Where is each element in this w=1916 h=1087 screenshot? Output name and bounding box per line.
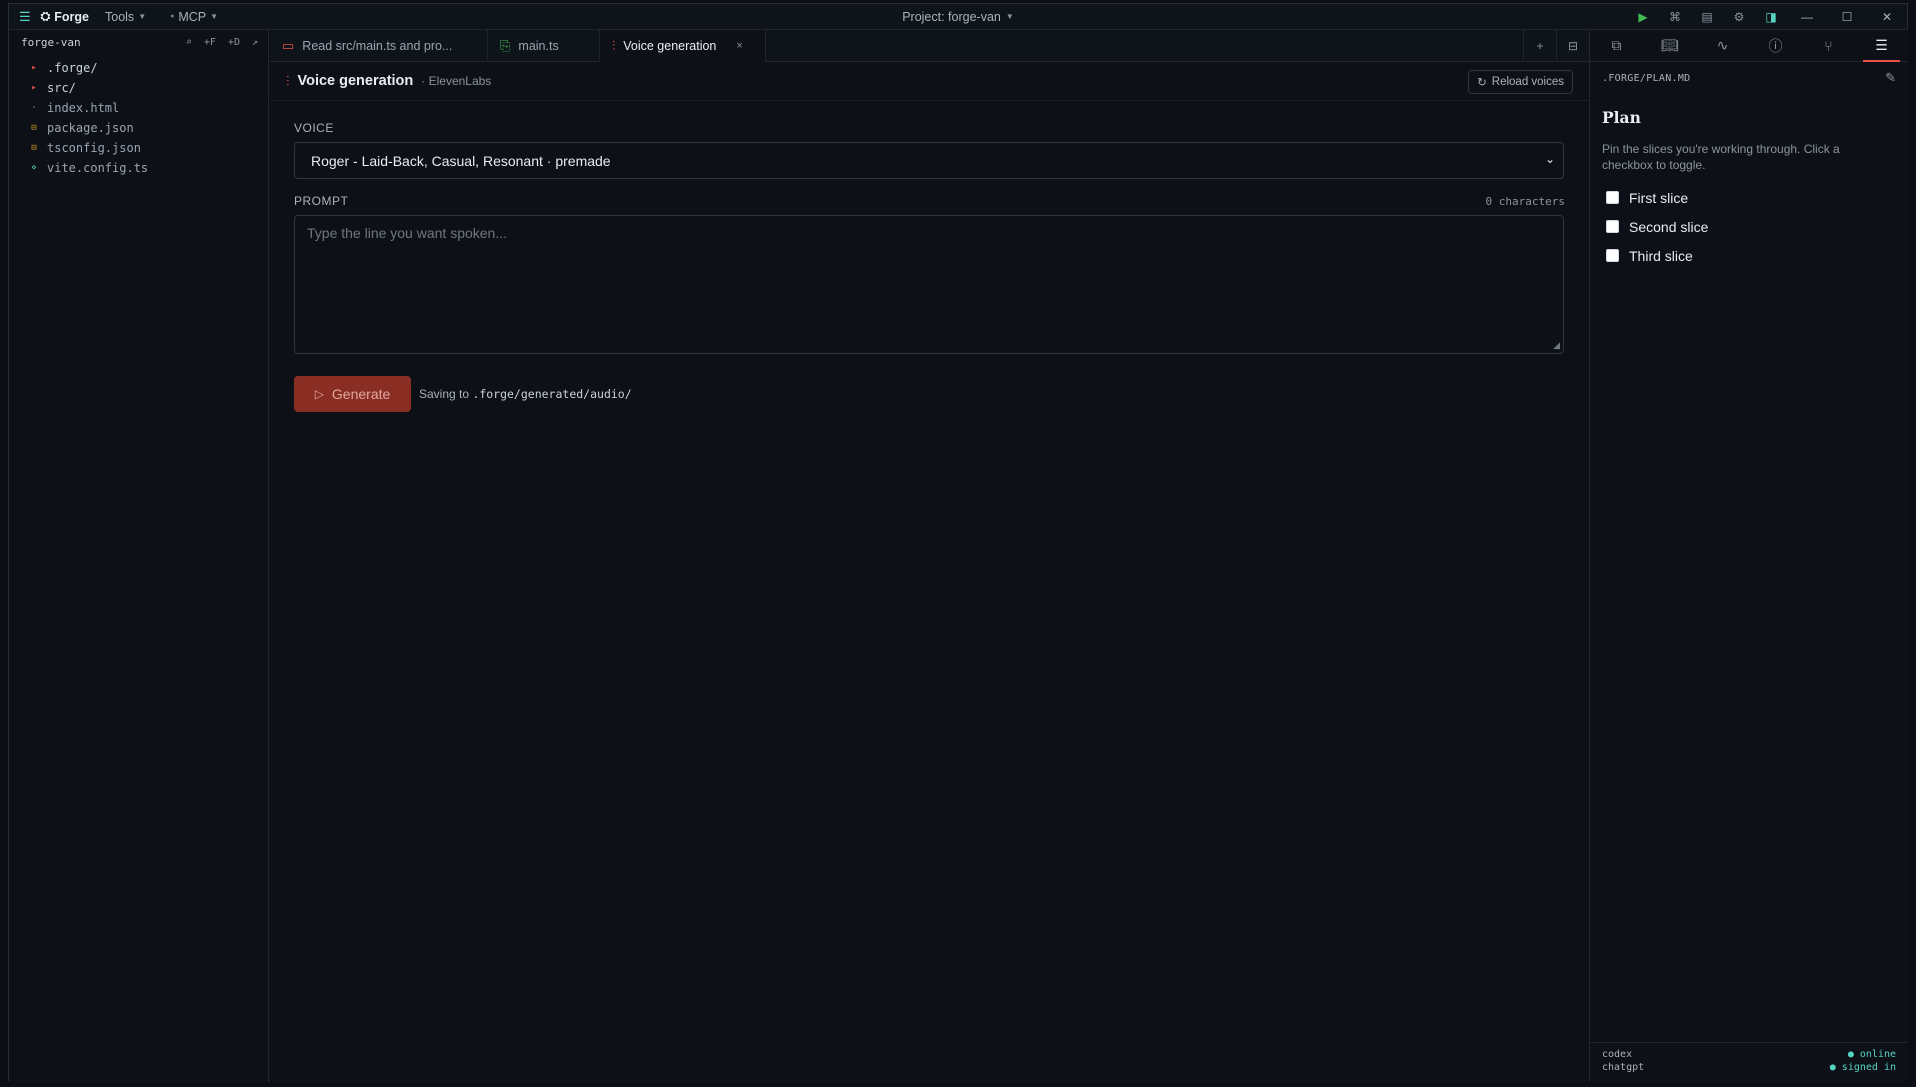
voice-select[interactable]: Roger - Laid-Back, Casual, Resonant · pr…: [294, 142, 1564, 179]
save-location: Saving to .forge/generated/audio/: [419, 387, 632, 401]
chat-icon[interactable]: ⧉: [1590, 30, 1643, 61]
tree-item-src[interactable]: ▸ src/: [9, 78, 268, 98]
panel-header: ⫶ Voice generation · ElevenLabs ↻ Reload…: [270, 62, 1589, 101]
character-count: 0 characters: [1485, 194, 1565, 208]
file-explorer: forge-van ⌕ +F +D ↗ ▸ .forge/ ▸ src/ · i…: [9, 30, 269, 1082]
voice-select-value: Roger - Laid-Back, Casual, Resonant · pr…: [311, 152, 611, 169]
file-tree: ▸ .forge/ ▸ src/ · index.html ⊟ package.…: [9, 54, 268, 178]
workspace-title: forge-van: [21, 35, 81, 49]
prompt-input[interactable]: Type the line you want spoken... ◢: [294, 215, 1564, 354]
prompt-placeholder: Type the line you want spoken...: [307, 225, 508, 241]
hamburger-icon[interactable]: ☰: [19, 9, 31, 25]
tab-chat[interactable]: ▭ Read src/main.ts and pro...: [270, 30, 488, 62]
panel-title: Voice generation: [297, 73, 414, 89]
tab-main-ts[interactable]: ⎘ main.ts: [488, 30, 600, 62]
agent-status-badge: ● online: [1847, 1049, 1896, 1060]
close-icon[interactable]: ✕: [1867, 4, 1907, 30]
plan-description: Pin the slices you're working through. C…: [1602, 142, 1840, 172]
mcp-menu[interactable]: ● MCP ▼: [170, 10, 218, 24]
edit-icon[interactable]: ✎: [1885, 70, 1896, 86]
tree-item-vite-config[interactable]: ⋄ vite.config.ts: [9, 158, 268, 178]
play-outline-icon: ▷: [314, 387, 324, 401]
plan-file-path: .FORGE/PLAN.MD: [1602, 72, 1691, 84]
forge-logo-icon: ⛭: [40, 9, 51, 23]
chat-icon: ▭: [282, 38, 295, 53]
new-tab-button[interactable]: +: [1523, 30, 1556, 62]
chevron-down-icon: ⌄: [1544, 152, 1555, 166]
tree-item-index-html[interactable]: · index.html: [9, 98, 268, 118]
plan-content: Plan Pin the slices you're working throu…: [1590, 94, 1908, 284]
slice-checkbox-row[interactable]: First slice: [1602, 183, 1896, 212]
editor-area: ▭ Read src/main.ts and pro... ⎘ main.ts …: [270, 30, 1589, 1082]
book-icon[interactable]: 📖︎: [1643, 30, 1696, 61]
file-icon: ·: [31, 103, 37, 113]
layout-icon[interactable]: ▤: [1691, 4, 1723, 30]
panel-icon[interactable]: ◨: [1755, 4, 1787, 30]
checkbox[interactable]: [1606, 249, 1619, 262]
file-code-icon: ⎘: [500, 38, 511, 53]
slice-checkbox-row[interactable]: Second slice: [1602, 212, 1896, 241]
status-dot-icon: ●: [170, 13, 175, 20]
play-icon[interactable]: ▶: [1627, 4, 1659, 30]
checklist-icon[interactable]: ☰: [1855, 30, 1908, 62]
close-tab-icon[interactable]: ×: [736, 40, 742, 52]
tab-voice-generation[interactable]: ⫶ Voice generation ×: [600, 30, 766, 62]
folder-icon: ▸: [31, 63, 37, 73]
agent-status-badge: ● signed in: [1829, 1062, 1896, 1073]
app-window: ☰ ⛭ Forge Tools ▼ ● MCP ▼ Project: forge…: [8, 3, 1908, 1082]
tree-item-forge[interactable]: ▸ .forge/: [9, 58, 268, 78]
checkbox[interactable]: [1606, 220, 1619, 233]
gear-icon[interactable]: ⚙: [1723, 4, 1755, 30]
project-selector[interactable]: Project: forge-van ▼: [902, 10, 1014, 24]
ts-file-icon: ⋄: [31, 163, 37, 173]
provider-label: · ElevenLabs: [421, 74, 492, 88]
command-icon[interactable]: ⌘: [1659, 4, 1691, 30]
voice-label: VOICE: [294, 121, 334, 135]
slice-checkbox-row[interactable]: Third slice: [1602, 241, 1896, 270]
voice-form: VOICE Roger - Laid-Back, Casual, Resonan…: [270, 101, 1589, 412]
waveform-icon: ⫶: [286, 72, 290, 89]
generate-button[interactable]: ▷ Generate: [294, 376, 411, 412]
plan-title: Plan: [1602, 108, 1641, 127]
checkbox[interactable]: [1606, 191, 1619, 204]
resize-grip-icon[interactable]: ◢: [1553, 340, 1560, 351]
collapse-button[interactable]: ↗: [252, 37, 258, 48]
app-brand[interactable]: ⛭ Forge: [41, 9, 89, 24]
new-file-button[interactable]: +F: [204, 37, 216, 48]
editor-tabs: ▭ Read src/main.ts and pro... ⎘ main.ts …: [270, 30, 1589, 62]
agent-name: codex: [1602, 1049, 1633, 1060]
chevron-down-icon: ▼: [1005, 12, 1014, 21]
waveform-icon: ⫶: [612, 38, 616, 53]
folder-icon: ▸: [31, 83, 37, 93]
tree-item-package-json[interactable]: ⊟ package.json: [9, 118, 268, 138]
right-panel: ⧉ 📖︎ ∿ ⓘ ⑂ ☰ .FORGE/PLAN.MD ✎ Plan Pin t…: [1589, 30, 1908, 1082]
tree-item-tsconfig-json[interactable]: ⊟ tsconfig.json: [9, 138, 268, 158]
git-branch-icon[interactable]: ⑂: [1802, 30, 1855, 61]
reload-voices-button[interactable]: ↻ Reload voices: [1468, 70, 1573, 94]
tools-menu[interactable]: Tools ▼: [105, 10, 146, 24]
right-panel-tabs: ⧉ 📖︎ ∿ ⓘ ⑂ ☰: [1590, 30, 1908, 62]
app-name: Forge: [54, 9, 89, 24]
maximize-icon[interactable]: ☐: [1827, 4, 1867, 30]
json-file-icon: ⊟: [31, 123, 37, 133]
save-path: .forge/generated/audio/: [472, 387, 632, 401]
agent-name: chatgpt: [1602, 1062, 1645, 1073]
project-title: Project: forge-van: [902, 9, 1001, 24]
info-icon[interactable]: ⓘ: [1749, 30, 1802, 61]
agent-status: codex ● online chatgpt ● signed in: [1590, 1042, 1908, 1082]
minimize-icon[interactable]: —: [1787, 4, 1827, 30]
prompt-label: PROMPT: [294, 194, 349, 208]
chevron-down-icon: ▼: [210, 12, 219, 21]
search-files-button[interactable]: ⌕: [186, 37, 192, 48]
title-bar: ☰ ⛭ Forge Tools ▼ ● MCP ▼ Project: forge…: [9, 4, 1907, 30]
split-view-icon[interactable]: ⊟: [1556, 30, 1589, 62]
new-folder-button[interactable]: +D: [228, 37, 240, 48]
json-file-icon: ⊟: [31, 143, 37, 153]
refresh-icon: ↻: [1477, 77, 1487, 89]
chevron-down-icon: ▼: [138, 12, 147, 21]
activity-icon[interactable]: ∿: [1696, 30, 1749, 61]
